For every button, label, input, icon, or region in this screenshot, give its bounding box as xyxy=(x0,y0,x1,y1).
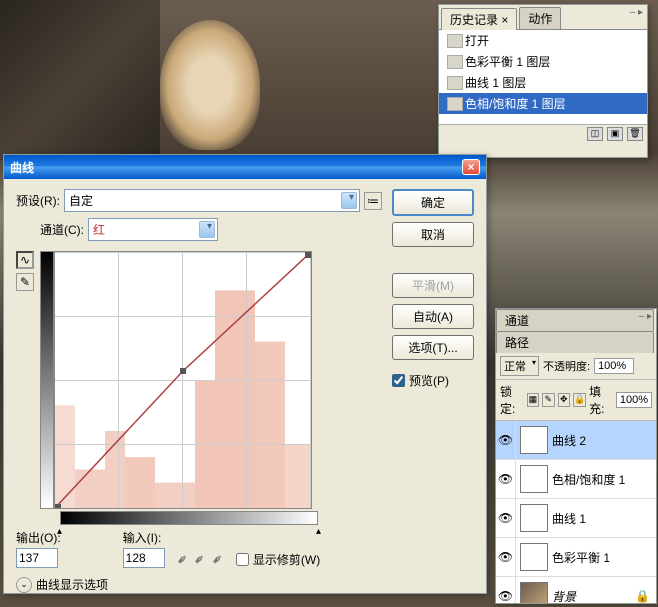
curve-display-options-toggle[interactable]: ⌄ 曲线显示选项 xyxy=(16,576,382,593)
layer-thumb xyxy=(520,504,548,532)
output-label: 输出(O): xyxy=(16,529,61,546)
input-label: 输入(I): xyxy=(123,529,165,546)
visibility-icon[interactable]: 👁 xyxy=(496,538,516,576)
channel-value: 红 xyxy=(93,221,105,238)
curve-display-options-label: 曲线显示选项 xyxy=(36,576,108,593)
preset-value: 自定 xyxy=(69,192,93,209)
visibility-icon[interactable]: 👁 xyxy=(496,499,516,537)
layer-thumb xyxy=(520,465,548,493)
layer-name: 曲线 1 xyxy=(552,510,586,527)
output-input[interactable] xyxy=(16,548,58,568)
dialog-title: 曲线 xyxy=(10,159,34,176)
history-item[interactable]: 色相/饱和度 1 图层 xyxy=(439,93,647,114)
history-panel: – ▸ 历史记录 × 动作 打开 色彩平衡 1 图层 曲线 1 图层 色相/饱和… xyxy=(438,4,648,158)
layer-row[interactable]: 👁 色相/饱和度 1 xyxy=(496,460,656,499)
history-trash-icon[interactable]: 🗑 xyxy=(627,127,643,141)
auto-button[interactable]: 自动(A) xyxy=(392,304,474,329)
options-button[interactable]: 选项(T)... xyxy=(392,335,474,360)
ok-button[interactable]: 确定 xyxy=(392,189,474,216)
gray-point-eyedropper-icon[interactable]: ✒ xyxy=(190,549,210,569)
history-item-label: 曲线 1 图层 xyxy=(465,74,526,91)
fill-label: 填充: xyxy=(589,383,613,417)
tab-history[interactable]: 历史记录 × xyxy=(441,8,517,30)
fill-value[interactable]: 100% xyxy=(616,392,652,408)
show-clipping-label: 显示修剪(W) xyxy=(253,551,320,568)
opacity-label: 不透明度: xyxy=(543,358,590,374)
preview-label: 预览(P) xyxy=(409,372,449,389)
white-point-eyedropper-icon[interactable]: ✒ xyxy=(208,549,228,569)
tab-channels[interactable]: 通道 xyxy=(496,309,654,331)
lock-pixels-icon[interactable]: ▦ xyxy=(527,393,539,407)
layer-name: 背景 xyxy=(552,588,576,604)
history-snapshot-icon[interactable]: ◫ xyxy=(587,127,603,141)
chevron-down-icon: ⌄ xyxy=(16,577,32,593)
preview-checkbox[interactable]: 预览(P) xyxy=(392,372,474,389)
channel-select[interactable]: 红 xyxy=(88,218,218,241)
lock-label: 锁定: xyxy=(500,383,524,417)
layer-thumb xyxy=(520,426,548,454)
layer-list: 👁 曲线 2 👁 色相/饱和度 1 👁 曲线 1 👁 色彩平衡 1 👁 背景 🔒 xyxy=(496,421,656,603)
history-item-label: 色彩平衡 1 图层 xyxy=(465,53,550,70)
show-clipping-checkbox[interactable]: 显示修剪(W) xyxy=(236,551,320,568)
tab-paths[interactable]: 路径 xyxy=(496,331,654,353)
history-list: 打开 色彩平衡 1 图层 曲线 1 图层 色相/饱和度 1 图层 xyxy=(439,30,647,124)
curve-point-tool-icon[interactable]: ∿ xyxy=(16,251,34,269)
history-new-icon[interactable]: ▣ xyxy=(607,127,623,141)
tab-actions[interactable]: 动作 xyxy=(519,7,561,29)
layer-row[interactable]: 👁 曲线 1 xyxy=(496,499,656,538)
opacity-value[interactable]: 100% xyxy=(594,358,634,374)
history-item-label: 色相/饱和度 1 图层 xyxy=(465,95,566,112)
curve-graph[interactable] xyxy=(54,251,312,509)
lock-all-icon[interactable]: 🔒 xyxy=(573,393,586,407)
smooth-button: 平滑(M) xyxy=(392,273,474,298)
layer-row[interactable]: 👁 色彩平衡 1 xyxy=(496,538,656,577)
channel-label: 通道(C): xyxy=(40,221,84,238)
curve-pencil-tool-icon[interactable]: ✎ xyxy=(16,273,34,291)
layer-thumb xyxy=(520,543,548,571)
black-point-eyedropper-icon[interactable]: ✒ xyxy=(172,549,192,569)
layer-name: 色彩平衡 1 xyxy=(552,549,610,566)
preset-select[interactable]: 自定 xyxy=(64,189,360,212)
preset-label: 预设(R): xyxy=(16,192,60,209)
history-item[interactable]: 色彩平衡 1 图层 xyxy=(439,51,647,72)
panel-controls[interactable]: – ▸ xyxy=(639,311,652,322)
preset-menu-icon[interactable]: ≔ xyxy=(364,192,382,210)
layer-thumb xyxy=(520,582,548,603)
visibility-icon[interactable]: 👁 xyxy=(496,577,516,603)
input-input[interactable] xyxy=(123,548,165,568)
curves-dialog: 曲线 × 预设(R): 自定 ≔ 通道(C): 红 ∿ ✎ ▴ ▴ xyxy=(3,154,487,594)
layer-name: 曲线 2 xyxy=(552,432,586,449)
panel-controls[interactable]: – ▸ xyxy=(630,7,643,18)
history-item-label: 打开 xyxy=(465,32,489,49)
cancel-button[interactable]: 取消 xyxy=(392,222,474,247)
history-item[interactable]: 曲线 1 图层 xyxy=(439,72,647,93)
titlebar[interactable]: 曲线 × xyxy=(4,155,486,179)
visibility-icon[interactable]: 👁 xyxy=(496,421,516,459)
lock-icon: 🔒 xyxy=(635,589,650,603)
close-icon[interactable]: × xyxy=(462,159,480,175)
visibility-icon[interactable]: 👁 xyxy=(496,460,516,498)
history-item[interactable]: 打开 xyxy=(439,30,647,51)
input-gradient: ▴ ▴ xyxy=(60,511,318,525)
output-gradient xyxy=(40,251,54,509)
blend-mode-select[interactable]: 正常 xyxy=(500,356,539,376)
layers-panel: – ▸ 通道 路径 正常 不透明度: 100% 锁定: ▦ ✎ ✥ 🔒 填充: … xyxy=(495,308,657,604)
layer-row[interactable]: 👁 曲线 2 xyxy=(496,421,656,460)
lock-move-icon[interactable]: ✥ xyxy=(558,393,570,407)
layer-row-background[interactable]: 👁 背景 🔒 xyxy=(496,577,656,603)
layer-name: 色相/饱和度 1 xyxy=(552,471,625,488)
lock-paint-icon[interactable]: ✎ xyxy=(542,393,554,407)
